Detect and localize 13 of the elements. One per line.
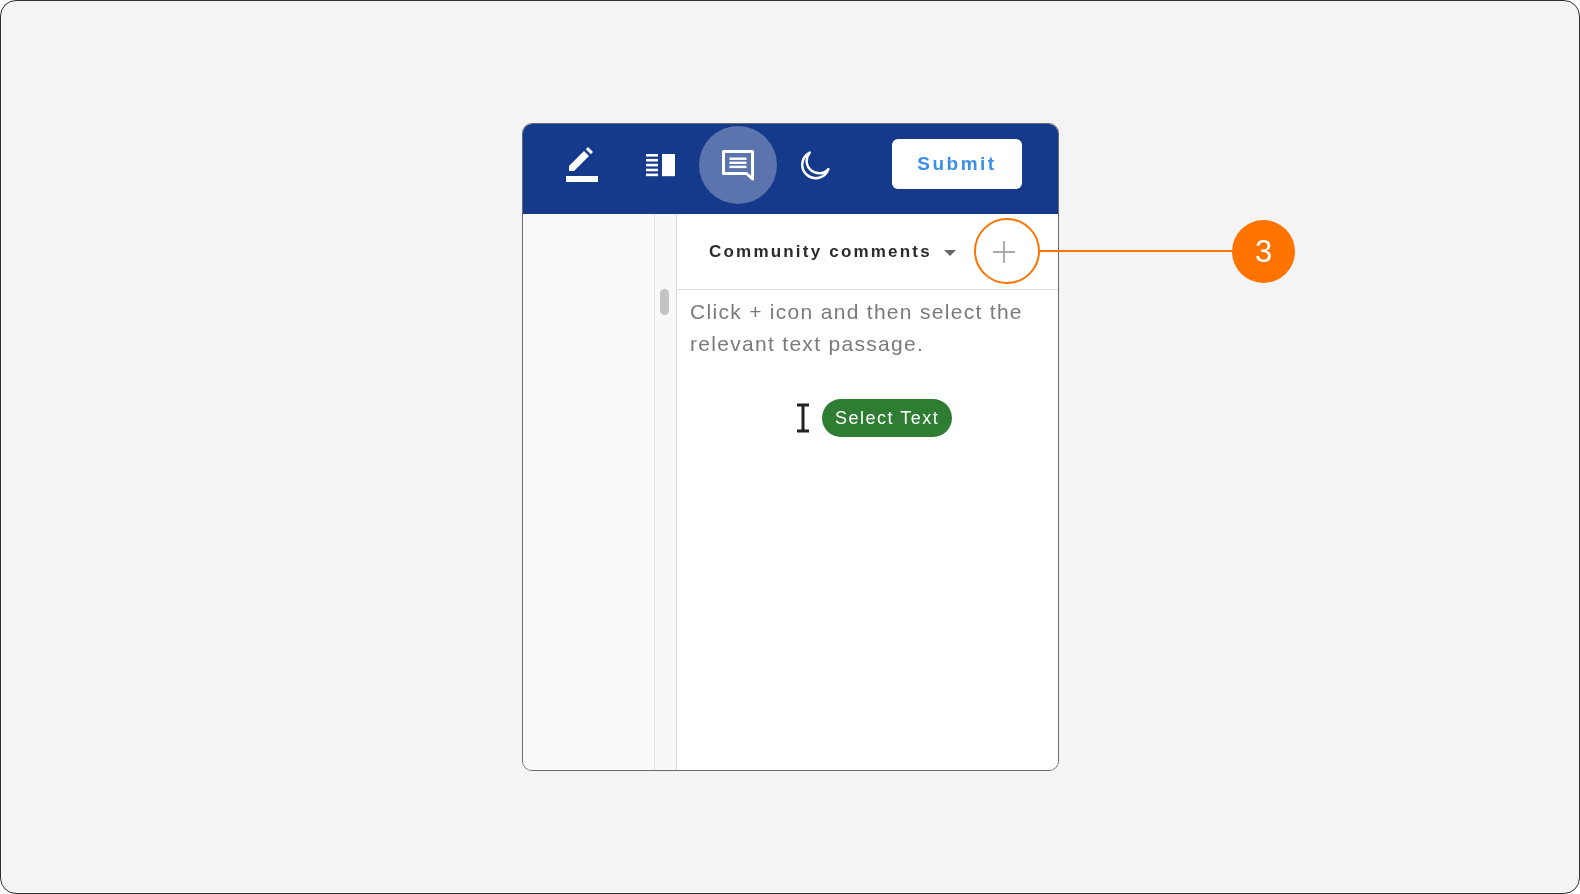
chat-icon: [722, 149, 754, 181]
moon-icon: [801, 150, 831, 180]
plus-icon: [992, 240, 1015, 263]
comments-filter-dropdown[interactable]: Community comments: [709, 241, 956, 262]
highlight-ring: [974, 218, 1040, 284]
select-text-tooltip: Select Text: [822, 399, 953, 437]
columns-icon: [645, 153, 675, 177]
scrollbar-thumb[interactable]: [660, 289, 669, 315]
step-badge: 3: [1232, 219, 1295, 283]
text-cursor-icon: [796, 403, 810, 433]
instruction-text: Click + icon and then select the relevant text passage.: [689, 299, 1024, 357]
caret-icon: [943, 250, 956, 256]
pencil-icon: [566, 147, 598, 183]
